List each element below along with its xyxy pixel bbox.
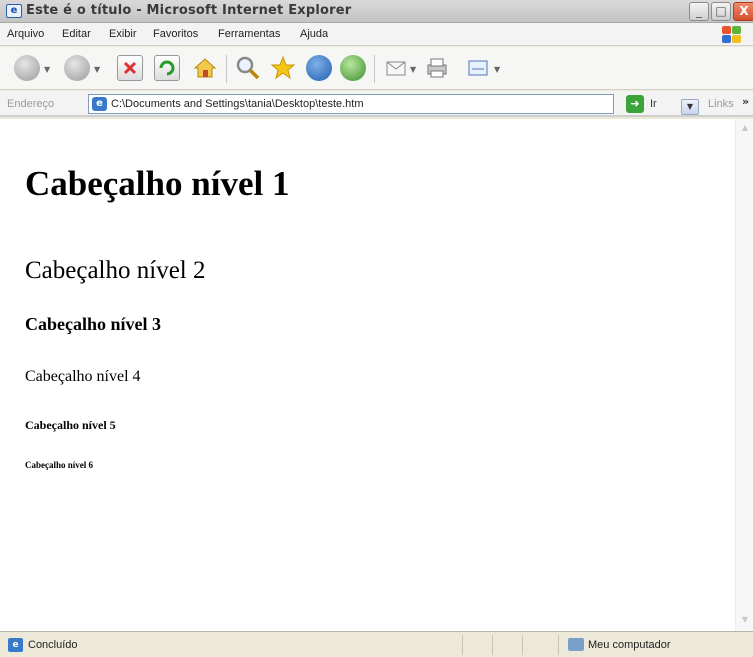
title-bar[interactable]: e Este é o título - Microsoft Internet E… (0, 0, 753, 23)
status-divider (492, 635, 493, 655)
status-divider (522, 635, 523, 655)
status-divider (462, 635, 463, 655)
window-title: Este é o título - Microsoft Internet Exp… (26, 3, 352, 18)
refresh-icon[interactable] (154, 55, 180, 81)
menu-ferramentas[interactable]: Ferramentas (218, 28, 280, 40)
go-arrow-icon[interactable]: ➜ (626, 95, 644, 113)
address-value: C:\Documents and Settings\tania\Desktop\… (111, 98, 364, 110)
address-dropdown-icon[interactable]: ▼ (681, 99, 699, 115)
heading-level-6: Cabeçalho nível 6 (25, 460, 94, 470)
toolbar-separator (374, 55, 375, 83)
vertical-scrollbar[interactable]: ▲ ▼ (735, 119, 753, 631)
menu-ajuda[interactable]: Ajuda (300, 28, 328, 40)
scroll-up-icon[interactable]: ▲ (738, 121, 752, 135)
mail-dropdown-icon[interactable]: ▼ (410, 65, 416, 74)
toolbar-separator (226, 55, 227, 83)
maximize-button[interactable]: □ (711, 2, 731, 21)
page-status-icon: e (8, 638, 23, 652)
status-bar: e Concluído Meu computador (0, 631, 753, 657)
print-icon[interactable] (424, 55, 450, 81)
windows-logo-icon (720, 25, 742, 45)
menu-favoritos[interactable]: Favoritos (153, 28, 198, 40)
chevron-right-icon[interactable]: » (742, 95, 749, 108)
ie-window: e Este é o título - Microsoft Internet E… (0, 0, 753, 657)
status-divider (558, 635, 559, 655)
minimize-button[interactable]: _ (689, 2, 709, 21)
heading-level-1: Cabeçalho nível 1 (25, 164, 290, 203)
heading-level-4: Cabeçalho nível 4 (25, 368, 141, 385)
menu-exibir[interactable]: Exibir (109, 28, 137, 40)
stop-icon[interactable] (117, 55, 143, 81)
toolbar: ▼ ▼ ▼ ▼ (0, 47, 753, 90)
address-input[interactable]: e C:\Documents and Settings\tania\Deskto… (88, 94, 699, 115)
menu-editar[interactable]: Editar (62, 28, 91, 40)
home-icon[interactable] (192, 55, 218, 81)
security-zone: Meu computador (588, 639, 671, 651)
address-label: Endereço (7, 98, 55, 110)
edit-icon[interactable] (466, 55, 492, 81)
history-icon[interactable] (340, 55, 366, 81)
links-button[interactable]: Links (708, 98, 734, 110)
forward-dropdown-icon[interactable]: ▼ (94, 65, 100, 74)
close-button[interactable]: X (733, 2, 753, 21)
heading-level-3: Cabeçalho nível 3 (25, 314, 162, 334)
page-content: Cabeçalho nível 1 Cabeçalho nível 2 Cabe… (0, 119, 753, 631)
address-bar: Endereço e C:\Documents and Settings\tan… (0, 91, 753, 117)
status-text: Concluído (28, 639, 78, 651)
back-icon[interactable] (14, 55, 40, 81)
go-button[interactable]: Ir (650, 98, 657, 110)
heading-level-2: Cabeçalho nível 2 (25, 257, 206, 284)
edit-dropdown-icon[interactable]: ▼ (494, 65, 500, 74)
page-icon: e (92, 97, 107, 111)
favorites-icon[interactable] (270, 55, 296, 81)
heading-level-5: Cabeçalho nível 5 (25, 418, 116, 432)
scroll-down-icon[interactable]: ▼ (738, 613, 752, 627)
back-dropdown-icon[interactable]: ▼ (44, 65, 50, 74)
media-icon[interactable] (306, 55, 332, 81)
menu-arquivo[interactable]: Arquivo (7, 28, 44, 40)
search-icon[interactable] (235, 55, 261, 81)
mail-icon[interactable] (384, 55, 410, 81)
menu-bar: Arquivo Editar Exibir Favoritos Ferramen… (0, 23, 753, 46)
computer-icon (568, 638, 584, 651)
ie-icon: e (6, 4, 22, 18)
forward-icon[interactable] (64, 55, 90, 81)
